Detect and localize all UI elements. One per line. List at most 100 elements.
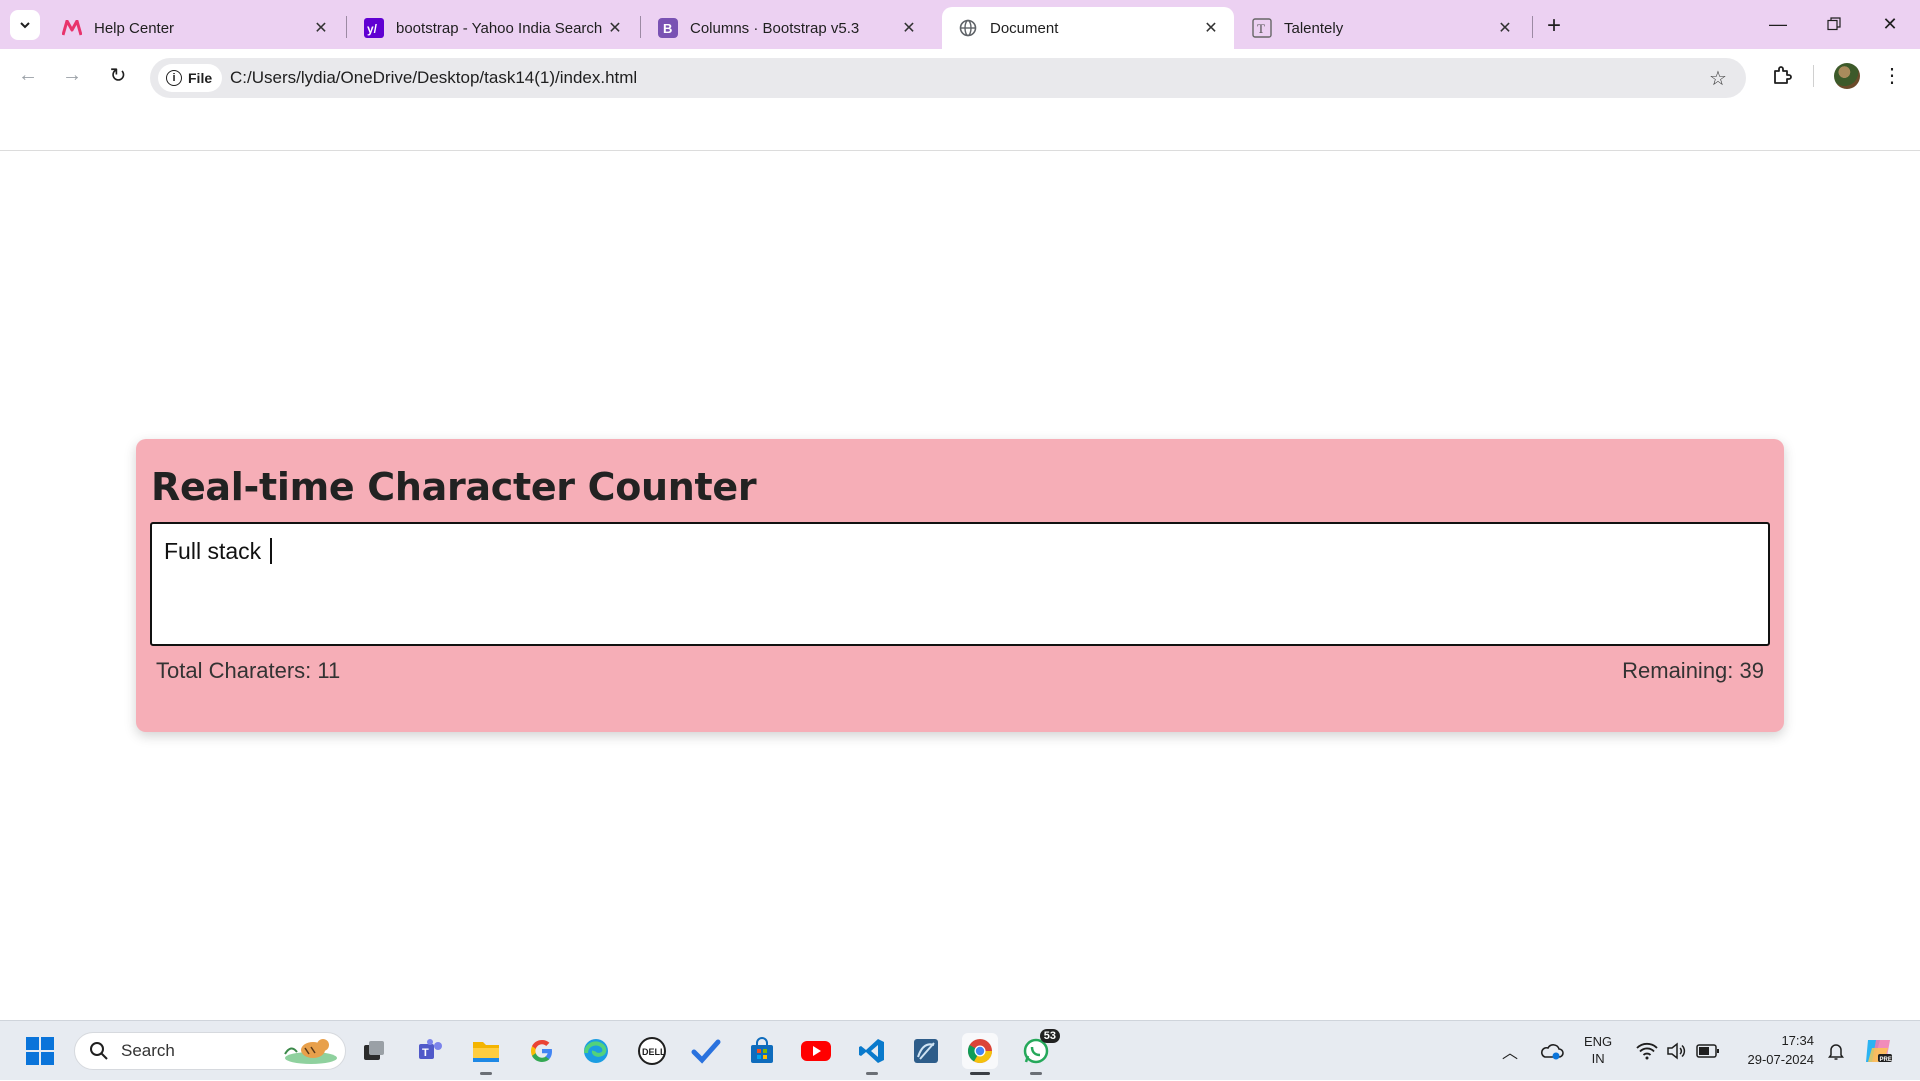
reload-button[interactable]: ↻ [102,59,134,91]
yahoo-logo-icon: y/ [364,18,384,38]
page-title: Real-time Character Counter [151,465,757,509]
file-explorer-app[interactable] [468,1033,504,1075]
new-tab-button[interactable]: + [1540,12,1568,40]
tab-divider [640,16,641,38]
notifications-button[interactable] [1826,1021,1846,1081]
tab-yahoo-search[interactable]: y/ bootstrap - Yahoo India Search ✕ [348,7,638,49]
running-indicator [480,1072,492,1075]
back-button[interactable]: ← [12,59,44,91]
system-clock[interactable]: 17:34 29-07-2024 [1734,1031,1815,1069]
address-bar[interactable]: i File C:/Users/lydia/OneDrive/Desktop/t… [150,58,1746,98]
minimize-button[interactable]: — [1758,8,1798,40]
talentely-logo-icon: T [1252,18,1272,38]
speaker-icon [1667,1042,1686,1060]
clock-time: 17:34 [1781,1033,1814,1048]
google-app[interactable] [524,1033,560,1069]
tab-help-center[interactable]: Help Center ✕ [46,7,344,49]
tab-search-button[interactable] [10,10,40,40]
microsoft-store-app[interactable] [744,1033,780,1069]
running-indicator [970,1072,990,1075]
search-placeholder: Search [121,1041,175,1060]
onedrive-tray[interactable] [1540,1021,1564,1081]
close-icon: ✕ [1882,13,1898,34]
region-code: IN [1591,1051,1605,1066]
show-hidden-icons-button[interactable]: ︿ [1502,1021,1518,1081]
remaining-characters-label: Remaining: 39 [1622,658,1764,683]
copilot-button[interactable]: PRE [1862,1021,1894,1081]
todo-app[interactable] [688,1033,724,1069]
battery-icon [1696,1044,1719,1058]
mysql-workbench-app[interactable] [908,1033,944,1069]
close-tab-icon[interactable]: ✕ [604,17,626,39]
character-counter-card: Real-time Character Counter Full stack T… [136,439,1784,732]
restore-button[interactable] [1814,8,1854,40]
extensions-button[interactable] [1766,59,1798,91]
forward-button[interactable]: → [56,59,88,91]
tab-divider [346,16,347,38]
info-icon: i [166,70,182,86]
tab-document[interactable]: Document ✕ [942,7,1234,49]
browser-menu-button[interactable]: ⋮ [1878,59,1906,91]
youtube-logo-icon [801,1041,831,1061]
chevron-down-icon [20,22,30,29]
copilot-icon: PRE [1866,1040,1892,1063]
chevron-up-icon: ︿ [1502,1045,1519,1062]
start-button[interactable] [22,1033,58,1069]
wifi-icon [1636,1042,1658,1060]
task-view-button[interactable] [356,1033,392,1069]
tab-talentely[interactable]: T Talentely ✕ [1236,7,1528,49]
svg-text:PRE: PRE [1880,1057,1892,1063]
tab-title: bootstrap - Yahoo India Search [396,19,603,37]
minimize-icon: — [1769,13,1787,34]
search-icon [90,1042,108,1060]
svg-text:y/: y/ [367,22,378,36]
close-window-button[interactable]: ✕ [1870,8,1910,40]
running-indicator [866,1072,878,1075]
whatsapp-app[interactable]: 53 [1018,1029,1060,1075]
globe-icon [958,18,978,38]
youtube-app[interactable] [798,1033,834,1069]
reload-icon: ↻ [109,64,127,87]
close-tab-icon[interactable]: ✕ [1494,17,1516,39]
svg-text:DELL: DELL [642,1047,666,1057]
battery-status[interactable] [1696,1021,1720,1081]
taskbar-search-box[interactable]: Search [74,1032,346,1070]
myntra-logo-icon [62,18,82,38]
puzzle-icon [1774,66,1792,84]
edge-app[interactable] [578,1033,614,1069]
tab-strip: Help Center ✕ y/ bootstrap - Yahoo India… [0,0,1920,49]
vscode-app[interactable] [854,1033,890,1075]
bootstrap-logo-icon: B [658,18,678,38]
close-tab-icon[interactable]: ✕ [310,17,332,39]
bookmark-star-button[interactable]: ☆ [1704,64,1732,92]
clock-date: 29-07-2024 [1747,1052,1815,1067]
notification-badge: 53 [1039,1029,1060,1043]
search-highlight-illustration [281,1036,339,1066]
checkmark-icon [691,1039,721,1064]
textarea-value: Full stack [164,538,268,564]
dell-app[interactable]: DELL [634,1033,670,1069]
language-indicator[interactable]: ENG IN [1584,1033,1612,1067]
network-status[interactable] [1636,1021,1658,1081]
url-text[interactable]: C:/Users/lydia/OneDrive/Desktop/task14(1… [230,68,637,88]
cloud-sync-icon [1541,1044,1564,1060]
close-tab-icon[interactable]: ✕ [1200,17,1222,39]
svg-text:B: B [663,21,672,36]
workbench-icon [914,1039,938,1063]
folder-icon [473,1042,499,1062]
tab-bootstrap-columns[interactable]: B Columns · Bootstrap v5.3 ✕ [642,7,932,49]
chrome-app[interactable] [962,1033,998,1075]
site-info-chip[interactable]: i File [158,64,223,92]
close-tab-icon[interactable]: ✕ [898,17,920,39]
tab-title: Help Center [94,19,175,37]
text-input-area[interactable]: Full stack [150,522,1770,646]
task-view-icon [364,1041,384,1060]
tab-title: Document [990,19,1059,37]
volume-control[interactable] [1666,1021,1686,1081]
profile-avatar[interactable] [1834,63,1860,89]
toolbar-divider-line [0,150,1920,151]
dell-logo-icon: DELL [638,1037,666,1065]
teams-app[interactable]: T [412,1033,448,1069]
svg-text:T: T [422,1047,429,1059]
total-characters-label: Total Charaters: 11 [156,658,341,683]
